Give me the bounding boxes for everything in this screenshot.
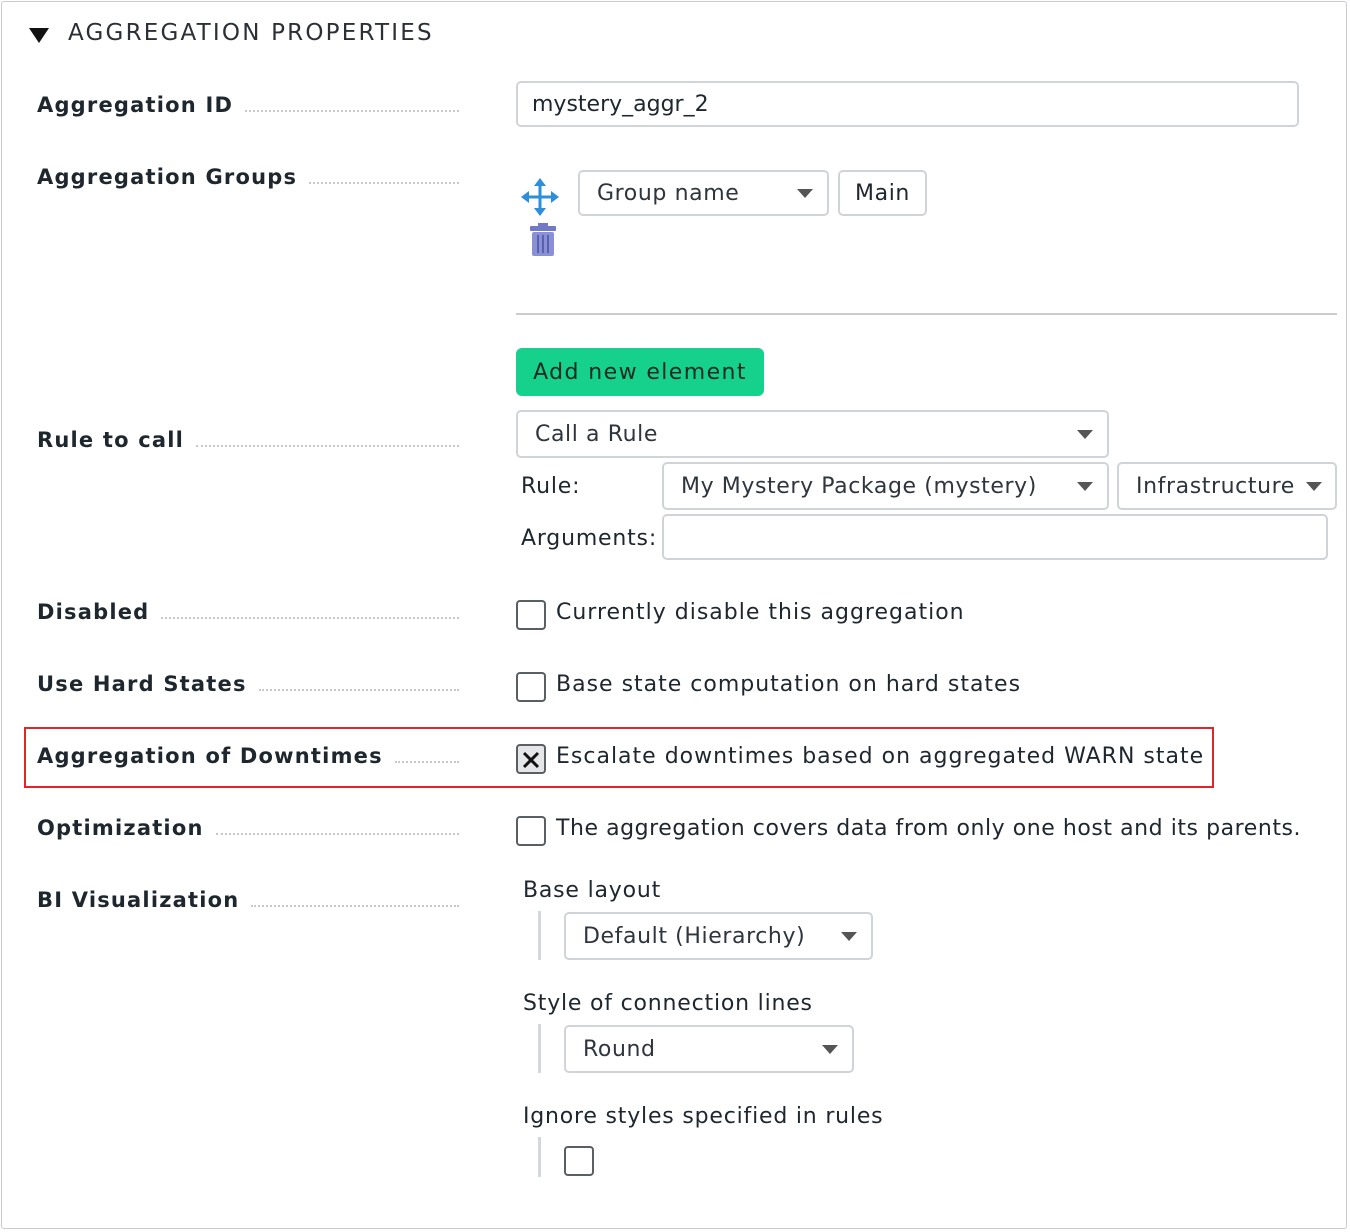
optimization-label-text: Optimization xyxy=(37,816,204,840)
line-style-select-value: Round xyxy=(583,1036,656,1062)
label-dots xyxy=(258,689,459,691)
arguments-input[interactable] xyxy=(662,514,1328,560)
aggregation-groups-label: Aggregation Groups xyxy=(37,162,459,192)
label-dots xyxy=(215,833,459,835)
group-name-select-value: Group name xyxy=(597,180,740,206)
base-layout-label: Base layout xyxy=(523,878,662,903)
disabled-label: Disabled xyxy=(37,597,459,627)
rule-pack-select-value: My Mystery Package (mystery) xyxy=(681,473,1037,499)
rule-select-value: Infrastructure xyxy=(1136,473,1295,499)
disabled-label-text: Disabled xyxy=(37,600,150,624)
chevron-down-icon xyxy=(1077,430,1093,439)
hard-states-label-text: Use Hard States xyxy=(37,672,247,696)
disable-aggregation-checkbox[interactable] xyxy=(516,600,546,630)
section-title[interactable]: AGGREGATION PROPERTIES xyxy=(68,20,434,46)
group-main-value[interactable]: Main xyxy=(838,170,927,216)
add-new-element-label: Add new element xyxy=(533,359,747,385)
indent-bar xyxy=(538,1137,541,1177)
base-layout-select-value: Default (Hierarchy) xyxy=(583,923,806,949)
aggregation-id-input[interactable]: mystery_aggr_2 xyxy=(516,81,1299,127)
optimization-label: Optimization xyxy=(37,813,459,843)
rule-mode-select-value: Call a Rule xyxy=(535,421,659,447)
label-dots xyxy=(251,905,459,907)
indent-bar xyxy=(538,911,541,960)
chevron-down-icon xyxy=(822,1045,838,1054)
group-name-select[interactable]: Group name xyxy=(578,170,829,216)
label-dots xyxy=(394,761,459,763)
indent-bar xyxy=(538,1024,541,1073)
label-dots xyxy=(196,445,459,447)
rule-to-call-label: Rule to call xyxy=(37,425,459,455)
arguments-label: Arguments: xyxy=(521,526,658,551)
rule-mode-select[interactable]: Call a Rule xyxy=(516,410,1109,458)
chevron-down-icon xyxy=(841,932,857,941)
aggregation-groups-label-text: Aggregation Groups xyxy=(37,165,298,189)
rule-pack-select[interactable]: My Mystery Package (mystery) xyxy=(662,462,1109,510)
escalate-downtimes-checkbox[interactable] xyxy=(516,744,546,774)
aggregation-id-label: Aggregation ID xyxy=(37,90,459,120)
rule-label: Rule: xyxy=(521,474,581,499)
label-dots xyxy=(245,110,459,112)
line-style-select[interactable]: Round xyxy=(564,1025,854,1073)
rule-select[interactable]: Infrastructure xyxy=(1117,462,1337,510)
move-arrows-icon[interactable] xyxy=(521,178,559,216)
base-layout-select[interactable]: Default (Hierarchy) xyxy=(564,912,873,960)
hard-states-checkbox[interactable] xyxy=(516,672,546,702)
label-dots xyxy=(161,617,459,619)
label-dots xyxy=(309,182,459,184)
disable-aggregation-text: Currently disable this aggregation xyxy=(556,600,965,625)
optimization-text: The aggregation covers data from only on… xyxy=(556,816,1302,841)
chevron-down-icon xyxy=(1306,482,1322,491)
escalate-downtimes-text: Escalate downtimes based on aggregated W… xyxy=(556,744,1205,769)
hard-states-text: Base state computation on hard states xyxy=(556,672,1022,697)
divider xyxy=(516,313,1337,315)
bi-visualization-label-text: BI Visualization xyxy=(37,888,240,912)
rule-to-call-label-text: Rule to call xyxy=(37,428,185,452)
chevron-down-icon xyxy=(1077,482,1093,491)
ignore-styles-checkbox[interactable] xyxy=(564,1146,594,1176)
trash-icon[interactable] xyxy=(530,223,556,256)
group-main-text: Main xyxy=(855,180,910,206)
aggregation-id-label-text: Aggregation ID xyxy=(37,93,234,117)
aggregation-id-value: mystery_aggr_2 xyxy=(532,91,709,117)
downtimes-label-text: Aggregation of Downtimes xyxy=(37,744,383,768)
bi-visualization-label: BI Visualization xyxy=(37,885,459,915)
chevron-down-icon xyxy=(797,189,813,198)
hard-states-label: Use Hard States xyxy=(37,669,459,699)
line-style-label: Style of connection lines xyxy=(523,991,813,1016)
checkmark-x-icon xyxy=(522,751,540,769)
optimization-checkbox[interactable] xyxy=(516,816,546,846)
downtimes-label: Aggregation of Downtimes xyxy=(37,741,459,771)
add-new-element-button[interactable]: Add new element xyxy=(516,348,764,396)
ignore-styles-label: Ignore styles specified in rules xyxy=(523,1104,884,1129)
collapse-triangle-icon[interactable] xyxy=(29,28,49,43)
